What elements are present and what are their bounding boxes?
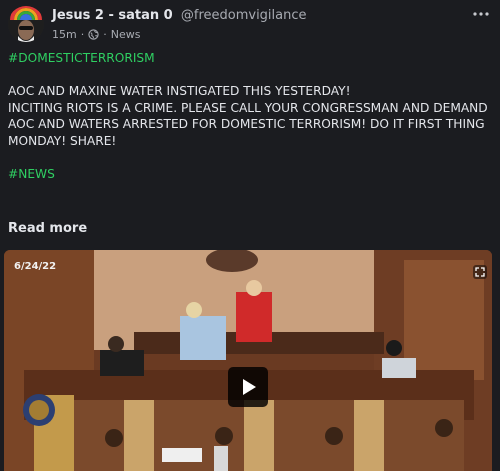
post-meta: 15m · · News xyxy=(52,28,140,41)
post-body: #DOMESTICTERRORISM AOC AND MAXINE WATER … xyxy=(8,50,492,182)
globe-icon xyxy=(88,29,99,40)
video-player[interactable]: 6/24/22 xyxy=(4,250,492,471)
play-icon[interactable] xyxy=(228,367,268,407)
post-time[interactable]: 15m xyxy=(52,28,77,41)
fullscreen-icon[interactable] xyxy=(472,264,488,280)
read-more-link[interactable]: Read more xyxy=(8,221,87,236)
meta-separator: · xyxy=(80,28,85,41)
hashtag-link[interactable]: #DOMESTICTERRORISM xyxy=(8,50,492,67)
meta-separator: · xyxy=(103,28,107,41)
post-header: Jesus 2 - satan 0 @freedomvigilance 15m … xyxy=(8,6,492,42)
post-line: AOC AND MAXINE WATER INSTIGATED THIS YES… xyxy=(8,84,351,98)
video-frame xyxy=(4,250,492,471)
video-timestamp: 6/24/22 xyxy=(14,261,57,272)
post-category: News xyxy=(110,28,141,41)
avatar[interactable] xyxy=(8,6,44,42)
post-line: INCITING RIOTS IS A CRIME. PLEASE CALL Y… xyxy=(8,100,488,148)
more-options-icon[interactable] xyxy=(470,8,492,22)
author-handle[interactable]: @freedomvigilance xyxy=(181,8,307,23)
hashtag-link[interactable]: #NEWS xyxy=(8,166,492,183)
author-line: Jesus 2 - satan 0 @freedomvigilance xyxy=(52,8,307,23)
author-name[interactable]: Jesus 2 - satan 0 xyxy=(52,8,173,23)
